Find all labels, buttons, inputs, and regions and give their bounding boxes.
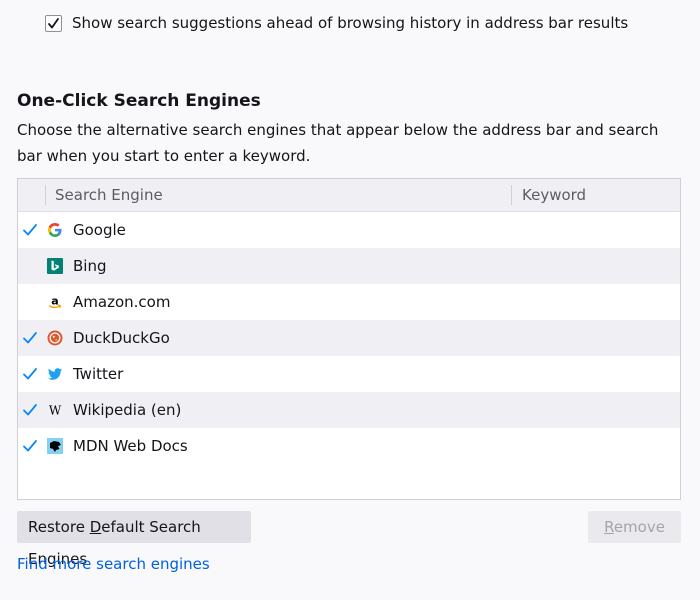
table-row[interactable]: MDN Web Docs — [18, 428, 680, 464]
table-row[interactable]: W Wikipedia (en) — [18, 392, 680, 428]
column-separator[interactable] — [511, 185, 512, 205]
search-suggestions-label: Show search suggestions ahead of browsin… — [72, 14, 629, 32]
svg-text:W: W — [49, 404, 62, 418]
engine-name: DuckDuckGo — [73, 329, 170, 347]
restore-default-search-engines-button[interactable]: Restore Default Search Engines — [17, 511, 251, 568]
engine-name: Twitter — [73, 365, 124, 383]
mdn-icon — [47, 438, 63, 454]
duckduckgo-icon — [47, 330, 63, 346]
svg-text:a: a — [51, 295, 58, 308]
table-row[interactable]: Google — [18, 212, 680, 248]
remove-button[interactable]: Remove — [588, 511, 681, 543]
restore-button-prefix: Restore — [28, 518, 90, 536]
twitter-icon — [48, 368, 62, 380]
column-header-search-engine[interactable]: Search Engine — [55, 179, 163, 211]
engine-name: Amazon.com — [73, 293, 171, 311]
remove-button-suffix: emove — [613, 518, 665, 536]
search-engines-table[interactable]: Search Engine Keyword Google Bing a Amaz… — [17, 178, 681, 500]
table-row[interactable]: Bing — [18, 248, 680, 284]
engine-name: Wikipedia (en) — [73, 401, 182, 419]
engine-name: Google — [73, 221, 126, 239]
engine-name: MDN Web Docs — [73, 437, 188, 455]
table-row[interactable]: Twitter — [18, 356, 680, 392]
enabled-check-icon[interactable] — [21, 401, 39, 419]
search-suggestions-checkbox[interactable] — [45, 14, 62, 32]
bing-icon — [47, 258, 63, 274]
enabled-check-icon[interactable] — [21, 437, 39, 455]
checkmark-icon — [48, 17, 59, 28]
section-title: One-Click Search Engines — [17, 91, 261, 111]
section-description: Choose the alternative search engines th… — [17, 121, 659, 165]
restore-button-accesskey: D — [89, 518, 102, 536]
column-header-keyword[interactable]: Keyword — [522, 179, 586, 211]
google-icon — [48, 223, 62, 237]
table-row[interactable]: a Amazon.com — [18, 284, 680, 320]
enabled-check-icon[interactable] — [21, 365, 39, 383]
enabled-check-icon[interactable] — [21, 329, 39, 347]
search-suggestions-option[interactable]: Show search suggestions ahead of browsin… — [45, 12, 628, 34]
column-separator[interactable] — [45, 185, 46, 205]
enabled-check-icon[interactable] — [21, 221, 39, 239]
table-row[interactable]: DuckDuckGo — [18, 320, 680, 356]
table-header: Search Engine Keyword — [18, 179, 680, 212]
wikipedia-icon: W — [49, 404, 62, 418]
engine-name: Bing — [73, 257, 107, 275]
remove-button-accesskey: R — [604, 518, 614, 536]
table-body: Google Bing a Amazon.com DuckDuckGo Twit… — [18, 212, 680, 464]
amazon-icon: a — [48, 295, 62, 309]
find-more-search-engines-link[interactable]: Find more search engines — [17, 553, 210, 575]
